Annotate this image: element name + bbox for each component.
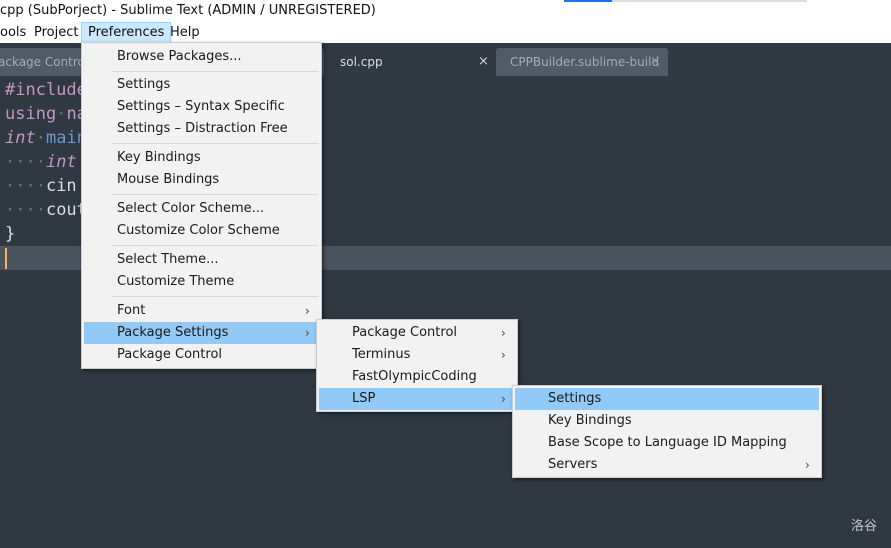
close-icon[interactable]: ×	[650, 48, 661, 76]
menu-bar: ools Project Preferences Help	[0, 22, 891, 43]
menu-item-label: Key Bindings	[548, 413, 632, 428]
code-line[interactable]: ····cin	[5, 174, 77, 198]
code-line[interactable]: #include	[5, 78, 87, 102]
menu-item-label: Package Settings	[117, 325, 229, 340]
menu-item-select-color-scheme[interactable]: Select Color Scheme...	[84, 198, 319, 220]
menu-item-lsp[interactable]: LSP ›	[319, 388, 515, 410]
menu-item-label: Mouse Bindings	[117, 172, 220, 187]
menu-item-label: Settings	[548, 391, 602, 406]
menu-separator	[112, 71, 318, 72]
code-line[interactable]: ····int	[5, 150, 77, 174]
code-line[interactable]: ····cout	[5, 198, 87, 222]
menu-item-label: Customize Theme	[117, 274, 235, 289]
menu-item-package-settings[interactable]: Package Settings ›	[84, 322, 319, 344]
menu-separator	[112, 245, 318, 246]
whitespace-marker: ····	[5, 200, 46, 220]
code-line[interactable]: int·main	[5, 126, 87, 150]
menu-separator	[112, 296, 318, 297]
menu-item-label: Font	[117, 303, 146, 318]
menu-item-label: Base Scope to Language ID Mapping	[548, 435, 787, 450]
watermark: 洛谷	[850, 519, 877, 534]
menu-item-lsp-servers[interactable]: Servers ›	[515, 454, 819, 476]
menu-item-label: Settings – Syntax Specific	[117, 99, 285, 114]
menu-item-lsp-key-bindings[interactable]: Key Bindings	[515, 410, 819, 432]
close-icon[interactable]: ×	[478, 48, 489, 76]
menu-separator	[112, 194, 318, 195]
code-token: cin	[45, 176, 77, 196]
code-token: int	[45, 152, 77, 172]
title-bar: cpp (SubPorject) - Sublime Text (ADMIN /…	[0, 0, 891, 22]
preferences-menu: Browse Packages... Settings Settings – S…	[81, 42, 322, 369]
menu-item-mouse-bindings[interactable]: Mouse Bindings	[84, 169, 319, 191]
menu-item-label: Servers	[548, 457, 598, 472]
menu-item-customize-theme[interactable]: Customize Theme	[84, 271, 319, 293]
lsp-submenu: Settings Key Bindings Base Scope to Lang…	[512, 385, 822, 478]
chevron-right-icon: ›	[501, 326, 506, 340]
menu-help[interactable]: Help	[164, 23, 206, 42]
menu-item-font[interactable]: Font ›	[84, 300, 319, 322]
menu-item-package-control[interactable]: Package Control	[84, 344, 319, 366]
menu-item-fastolympiccoding[interactable]: FastOlympicCoding	[319, 366, 515, 388]
tab-label: CPPBuilder.sublime-build	[510, 55, 660, 69]
code-token: #include	[5, 80, 87, 100]
menu-item-label: Select Theme...	[117, 252, 219, 267]
menu-item-browse-packages[interactable]: Browse Packages...	[84, 46, 319, 68]
menu-preferences[interactable]: Preferences	[81, 22, 172, 43]
menu-item-label: Terminus	[352, 347, 411, 362]
code-token: int	[5, 128, 36, 148]
menu-item-label: Package Control	[117, 347, 223, 362]
chevron-right-icon: ›	[805, 458, 810, 472]
menu-item-label: FastOlympicCoding	[352, 369, 477, 384]
menu-separator	[112, 143, 318, 144]
menu-item-label: Settings	[117, 77, 171, 92]
tab-cppbuilder[interactable]: CPPBuilder.sublime-build ×	[496, 48, 668, 76]
code-line[interactable]: }	[5, 222, 15, 246]
menu-item-select-theme[interactable]: Select Theme...	[84, 249, 319, 271]
menu-item-label: Settings – Distraction Free	[117, 121, 288, 136]
menu-item-package-control-settings[interactable]: Package Control ›	[319, 322, 515, 344]
menu-item-label: Key Bindings	[117, 150, 201, 165]
code-token: using	[5, 104, 57, 124]
menu-item-label: Package Control	[352, 325, 458, 340]
menu-item-customize-color-scheme[interactable]: Customize Color Scheme	[84, 220, 319, 242]
menu-project[interactable]: Project	[28, 23, 84, 42]
title-bar-accent	[564, 0, 612, 2]
code-line[interactable]: using·na	[5, 102, 87, 126]
whitespace-marker: ·	[56, 104, 67, 124]
chevron-right-icon: ›	[501, 392, 506, 406]
title-bar-strip	[612, 0, 807, 2]
code-token: }	[5, 224, 16, 244]
menu-item-settings-distraction[interactable]: Settings – Distraction Free	[84, 118, 319, 140]
menu-item-label: LSP	[352, 391, 376, 406]
menu-item-lsp-settings[interactable]: Settings	[515, 388, 819, 410]
menu-item-label: Browse Packages...	[117, 49, 242, 64]
menu-item-key-bindings[interactable]: Key Bindings	[84, 147, 319, 169]
chevron-right-icon: ›	[305, 304, 310, 318]
chevron-right-icon: ›	[501, 348, 506, 362]
menu-item-label: Select Color Scheme...	[117, 201, 265, 216]
menu-item-label: Customize Color Scheme	[117, 223, 280, 238]
chevron-right-icon: ›	[305, 326, 310, 340]
menu-item-terminus[interactable]: Terminus ›	[319, 344, 515, 366]
whitespace-marker: ·	[35, 128, 46, 148]
menu-item-settings-syntax[interactable]: Settings – Syntax Specific	[84, 96, 319, 118]
whitespace-marker: ····	[5, 176, 46, 196]
menu-item-settings[interactable]: Settings	[84, 74, 319, 96]
package-settings-submenu: Package Control › Terminus › FastOlympic…	[316, 319, 518, 412]
whitespace-marker: ····	[5, 152, 46, 172]
menu-item-lsp-base-scope[interactable]: Base Scope to Language ID Mapping	[515, 432, 819, 454]
window-title: cpp (SubPorject) - Sublime Text (ADMIN /…	[0, 3, 376, 18]
tab-sol-cpp[interactable]: sol.cpp ×	[326, 48, 496, 76]
text-caret	[5, 248, 7, 269]
tab-label: sol.cpp	[340, 55, 383, 69]
